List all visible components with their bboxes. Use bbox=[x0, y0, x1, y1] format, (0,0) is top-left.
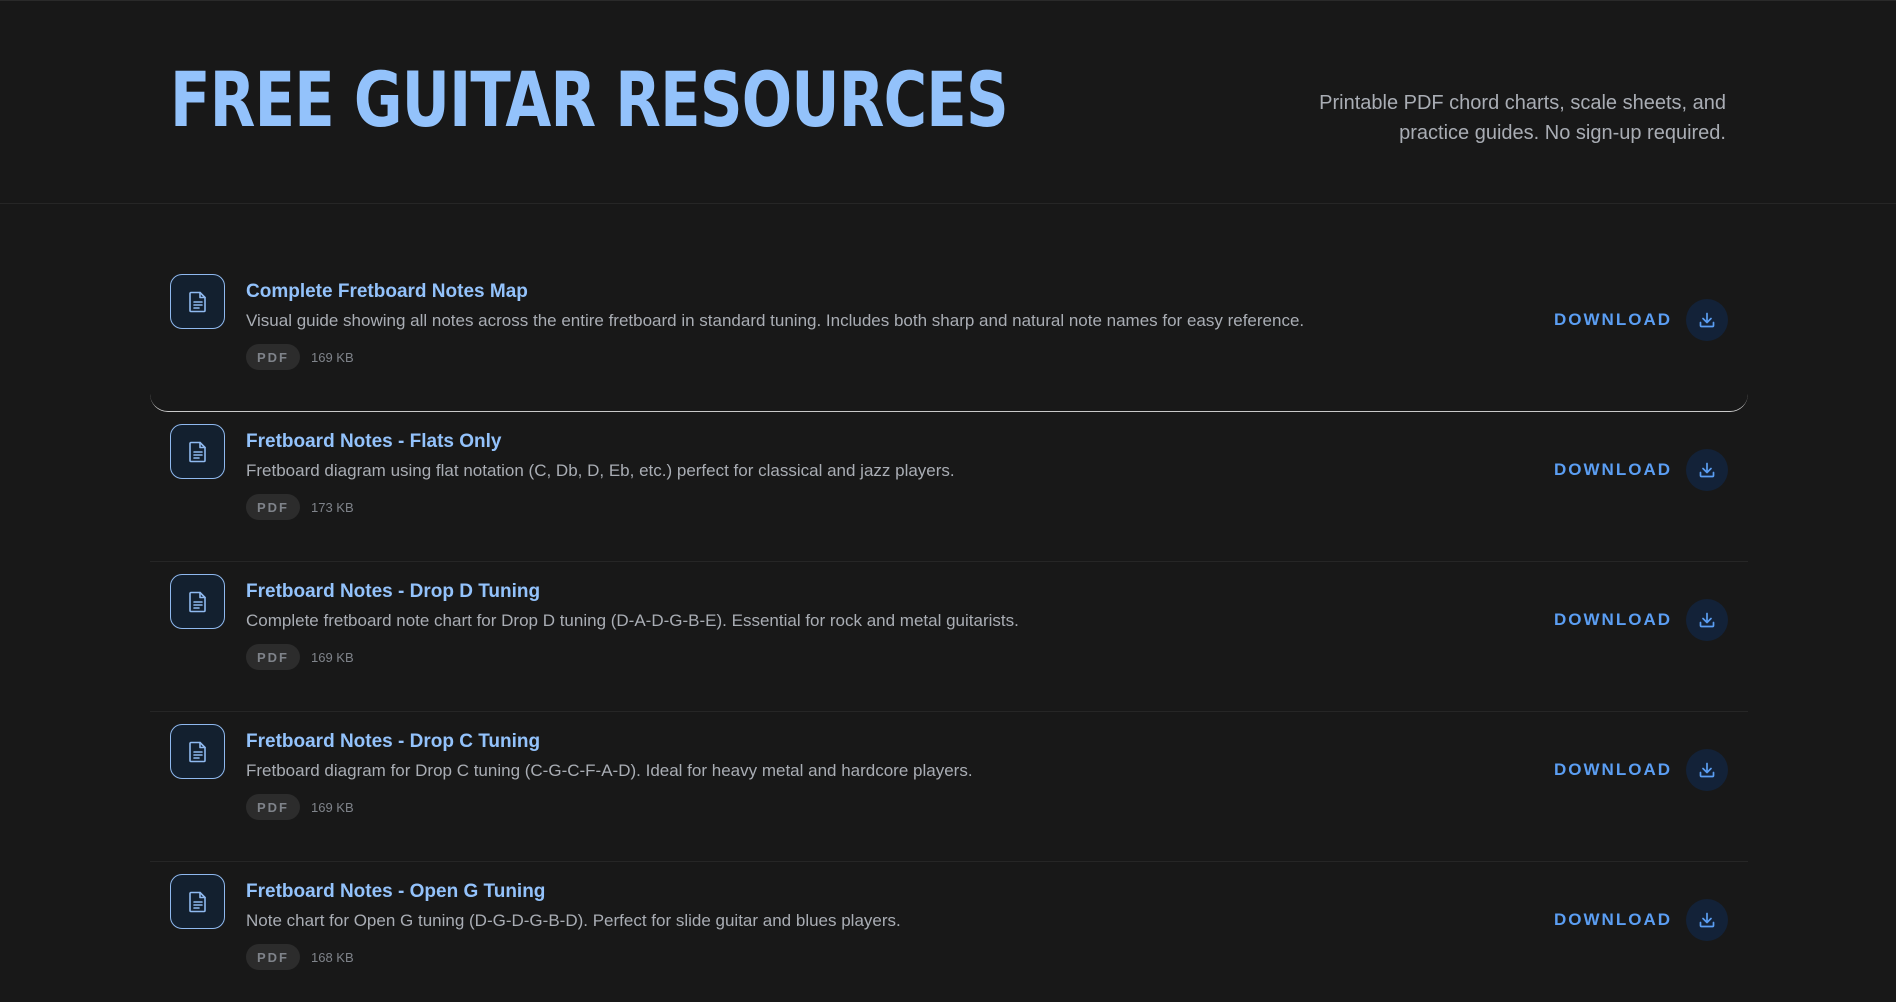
resource-description: Complete fretboard note chart for Drop D… bbox=[246, 611, 1019, 630]
resource-title: Fretboard Notes - Flats Only bbox=[246, 431, 502, 452]
resource-meta: PDF 173 KB bbox=[246, 494, 354, 520]
document-icon bbox=[170, 724, 225, 779]
file-type-badge: PDF bbox=[246, 944, 300, 970]
file-size: 169 KB bbox=[311, 649, 354, 665]
resource-description: Visual guide showing all notes across th… bbox=[246, 311, 1305, 330]
document-icon bbox=[170, 424, 225, 479]
file-type-badge: PDF bbox=[246, 494, 300, 520]
resource-item[interactable]: Fretboard Notes - Drop C Tuning Fretboar… bbox=[150, 712, 1748, 862]
resource-description: Fretboard diagram using flat notation (C… bbox=[246, 461, 955, 480]
page-subtitle: Printable PDF chord charts, scale sheets… bbox=[1319, 92, 1726, 144]
download-label[interactable]: DOWNLOAD bbox=[1554, 910, 1672, 930]
page: FREE GUITAR RESOURCES Printable PDF chor… bbox=[0, 0, 1896, 1002]
download-label[interactable]: DOWNLOAD bbox=[1554, 760, 1672, 780]
file-size: 173 KB bbox=[311, 499, 354, 515]
resource-title: Fretboard Notes - Drop C Tuning bbox=[246, 731, 541, 752]
download-icon[interactable] bbox=[1686, 749, 1728, 791]
file-size: 169 KB bbox=[311, 799, 354, 815]
resource-item[interactable]: Fretboard Notes - Open G Tuning Note cha… bbox=[150, 862, 1748, 1002]
file-size: 169 KB bbox=[311, 349, 354, 365]
file-type-badge: PDF bbox=[246, 344, 300, 370]
document-icon bbox=[170, 274, 225, 329]
document-icon bbox=[170, 574, 225, 629]
file-size: 168 KB bbox=[311, 949, 354, 965]
download-button[interactable]: DOWNLOAD bbox=[1554, 599, 1728, 641]
download-icon[interactable] bbox=[1686, 299, 1728, 341]
download-icon[interactable] bbox=[1686, 899, 1728, 941]
resource-meta: PDF 169 KB bbox=[246, 794, 354, 820]
download-label[interactable]: DOWNLOAD bbox=[1554, 610, 1672, 630]
page-title: FREE GUITAR RESOURCES bbox=[170, 55, 1009, 144]
download-button[interactable]: DOWNLOAD bbox=[1554, 299, 1728, 341]
resource-title: Fretboard Notes - Drop D Tuning bbox=[246, 581, 541, 602]
resource-item[interactable]: Fretboard Notes - Flats Only Fretboard d… bbox=[150, 412, 1748, 562]
resource-meta: PDF 169 KB bbox=[246, 344, 354, 370]
resource-meta: PDF 168 KB bbox=[246, 944, 354, 970]
page-header: FREE GUITAR RESOURCES Printable PDF chor… bbox=[0, 0, 1896, 204]
resource-title: Fretboard Notes - Open G Tuning bbox=[246, 881, 546, 902]
resource-description: Fretboard diagram for Drop C tuning (C-G… bbox=[246, 761, 973, 780]
resource-description: Note chart for Open G tuning (D-G-D-G-B-… bbox=[246, 911, 901, 930]
resource-meta: PDF 169 KB bbox=[246, 644, 354, 670]
file-type-badge: PDF bbox=[246, 794, 300, 820]
download-button[interactable]: DOWNLOAD bbox=[1554, 749, 1728, 791]
download-label[interactable]: DOWNLOAD bbox=[1554, 460, 1672, 480]
download-label[interactable]: DOWNLOAD bbox=[1554, 310, 1672, 330]
resource-item[interactable]: Complete Fretboard Notes Map Visual guid… bbox=[150, 262, 1748, 412]
download-button[interactable]: DOWNLOAD bbox=[1554, 449, 1728, 491]
resource-title: Complete Fretboard Notes Map bbox=[246, 281, 528, 302]
download-button[interactable]: DOWNLOAD bbox=[1554, 899, 1728, 941]
resource-list: Complete Fretboard Notes Map Visual guid… bbox=[150, 262, 1748, 1002]
download-icon[interactable] bbox=[1686, 449, 1728, 491]
download-icon[interactable] bbox=[1686, 599, 1728, 641]
file-type-badge: PDF bbox=[246, 644, 300, 670]
resource-item[interactable]: Fretboard Notes - Drop D Tuning Complete… bbox=[150, 562, 1748, 712]
document-icon bbox=[170, 874, 225, 929]
